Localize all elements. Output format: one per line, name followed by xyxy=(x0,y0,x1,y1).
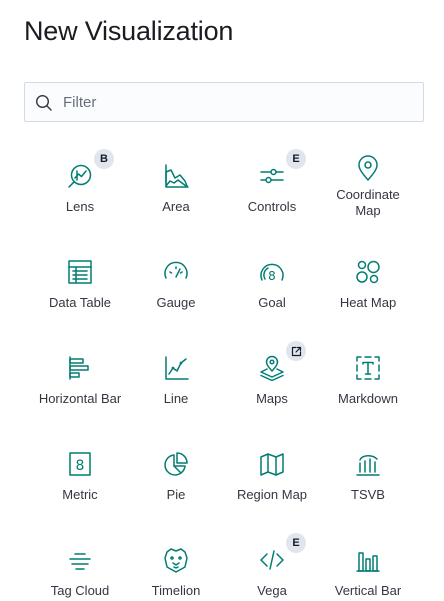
svg-text:8: 8 xyxy=(76,458,85,474)
metric-icon: 8 xyxy=(66,450,94,478)
vis-label: Region Map xyxy=(236,487,308,502)
vis-card-controls[interactable]: Controls E xyxy=(224,136,320,232)
vis-label: Lens xyxy=(65,199,95,214)
controls-icon xyxy=(258,162,286,190)
vis-card-horizontal-bar[interactable]: Horizontal Bar xyxy=(32,328,128,424)
vis-label: Goal xyxy=(258,295,286,310)
vis-card-region-map[interactable]: Region Map xyxy=(224,424,320,520)
vis-label: Maps xyxy=(256,391,288,406)
external-link-icon xyxy=(286,341,306,361)
tag-cloud-icon xyxy=(66,546,94,574)
vis-card-tsvb[interactable]: TSVB xyxy=(320,424,416,520)
vis-card-lens[interactable]: Lens B xyxy=(32,136,128,232)
vis-label: Horizontal Bar xyxy=(38,391,122,406)
line-chart-icon xyxy=(162,354,190,382)
vis-label: Area xyxy=(162,199,190,214)
tsvb-icon xyxy=(354,450,382,478)
beta-badge: B xyxy=(94,149,114,169)
vis-card-heat-map[interactable]: Heat Map xyxy=(320,232,416,328)
vis-card-line[interactable]: Line xyxy=(128,328,224,424)
vis-card-metric[interactable]: 8 Metric xyxy=(32,424,128,520)
vis-label: Vega xyxy=(257,583,287,598)
vis-card-pie[interactable]: Pie xyxy=(128,424,224,520)
vis-label: Pie xyxy=(166,487,186,502)
experimental-badge: E xyxy=(286,533,306,553)
map-pin-icon xyxy=(354,154,382,182)
filter-search-box[interactable] xyxy=(24,82,424,122)
vis-label: Line xyxy=(163,391,189,406)
vis-card-maps[interactable]: Maps xyxy=(224,328,320,424)
vis-card-coordinate-map[interactable]: Coordinate Map xyxy=(320,136,416,232)
vis-label: Timelion xyxy=(151,583,201,598)
gauge-icon xyxy=(162,258,190,286)
vis-card-markdown[interactable]: Markdown xyxy=(320,328,416,424)
vis-label: Controls xyxy=(247,199,297,214)
page-title: New Visualization xyxy=(24,16,234,46)
search-icon xyxy=(35,94,52,111)
vis-label: Markdown xyxy=(338,391,398,406)
pie-chart-icon xyxy=(162,450,190,478)
markdown-icon xyxy=(354,354,382,382)
vis-label: Coordinate Map xyxy=(336,187,400,218)
vis-card-timelion[interactable]: Timelion xyxy=(128,520,224,601)
experimental-badge: E xyxy=(286,149,306,169)
maps-icon xyxy=(258,354,286,382)
vis-card-goal[interactable]: 8 Goal xyxy=(224,232,320,328)
heat-map-icon xyxy=(354,258,382,286)
vis-card-gauge[interactable]: Gauge xyxy=(128,232,224,328)
vis-card-vega[interactable]: Vega E xyxy=(224,520,320,601)
vis-label: Tag Cloud xyxy=(50,583,110,598)
area-chart-icon xyxy=(162,162,190,190)
vis-card-vertical-bar[interactable]: Vertical Bar xyxy=(320,520,416,601)
horizontal-bar-icon xyxy=(66,354,94,382)
vis-card-tag-cloud[interactable]: Tag Cloud xyxy=(32,520,128,601)
goal-icon: 8 xyxy=(258,258,286,286)
visualization-grid: Lens B Area Controls E Coordinate Map Da… xyxy=(32,136,416,601)
vis-label: Heat Map xyxy=(339,295,397,310)
data-table-icon xyxy=(66,258,94,286)
vis-label: Gauge xyxy=(156,295,196,310)
timelion-icon xyxy=(162,546,190,574)
vertical-bar-icon xyxy=(354,546,382,574)
vis-card-data-table[interactable]: Data Table xyxy=(32,232,128,328)
region-map-icon xyxy=(258,450,286,478)
lens-icon xyxy=(66,162,94,190)
code-icon xyxy=(258,546,286,574)
vis-label: Data Table xyxy=(49,295,111,310)
vis-label: TSVB xyxy=(351,487,385,502)
vis-card-area[interactable]: Area xyxy=(128,136,224,232)
vis-label: Metric xyxy=(62,487,98,502)
vis-label: Vertical Bar xyxy=(334,583,402,598)
svg-text:8: 8 xyxy=(268,269,276,283)
filter-input[interactable] xyxy=(63,83,413,121)
